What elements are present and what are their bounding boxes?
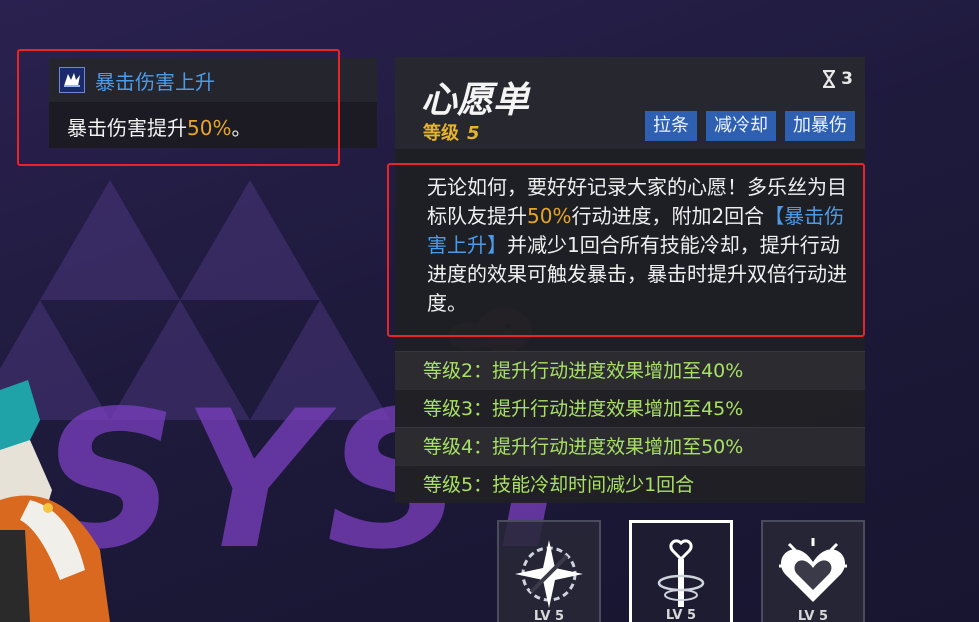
annotation-box-description	[387, 163, 865, 337]
skill-header: 心愿单 等级 5 3 拉条 减冷却 加暴伤	[395, 57, 865, 149]
character-portrait	[0, 380, 110, 622]
upgrade-row: 等级5：技能冷却时间减少1回合	[395, 465, 865, 503]
background-triangle	[180, 180, 320, 300]
slot-level: LV 5	[797, 609, 829, 622]
background-triangle	[40, 180, 180, 300]
skill-tags: 拉条 减冷却 加暴伤	[636, 111, 855, 141]
skill-level-label: 等级	[423, 123, 459, 144]
heart-icon	[779, 538, 847, 602]
hourglass-icon	[823, 70, 836, 88]
skill-slot-3[interactable]: LV 5	[761, 520, 865, 622]
upgrade-row: 等级2：提升行动进度效果增加至40%	[395, 351, 865, 389]
skill-tag: 减冷却	[706, 111, 776, 141]
skill-slot-1[interactable]: LV 5	[497, 520, 601, 622]
skill-cooldown-value: 3	[841, 69, 853, 89]
skill-tag: 拉条	[645, 111, 697, 141]
skill-level-value: 5	[467, 123, 480, 144]
skill-level: 等级 5	[423, 119, 480, 145]
starburst-icon	[515, 540, 583, 608]
skill-slot-2[interactable]: LV 5	[629, 520, 733, 622]
upgrade-row: 等级3：提升行动进度效果增加至45%	[395, 389, 865, 427]
slot-level: LV 5	[533, 609, 565, 622]
annotation-box-buff	[17, 49, 340, 166]
upgrade-row: 等级4：提升行动进度效果增加至50%	[395, 427, 865, 465]
slot-level: LV 5	[665, 608, 697, 622]
skill-cooldown: 3	[821, 69, 853, 89]
skill-tag: 加暴伤	[785, 111, 855, 141]
key-wand-icon	[657, 539, 705, 607]
skill-upgrade-list: 等级2：提升行动进度效果增加至40% 等级3：提升行动进度效果增加至45% 等级…	[395, 351, 865, 503]
skill-name: 心愿单	[421, 80, 530, 121]
